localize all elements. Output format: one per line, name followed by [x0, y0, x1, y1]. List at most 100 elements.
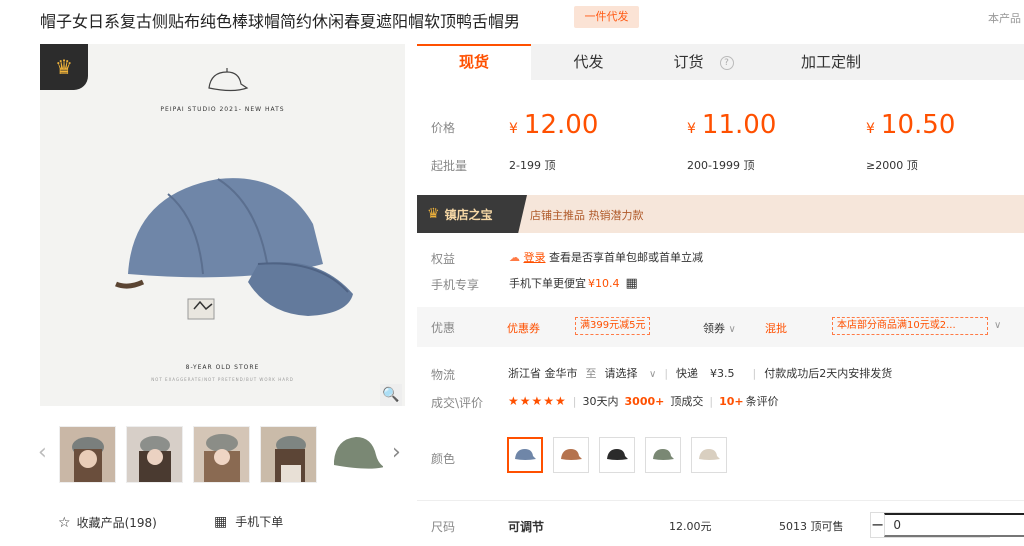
size-label: 尺码	[431, 520, 456, 534]
tab-dropship[interactable]: 代发	[531, 44, 646, 80]
banner-badge: ♛ 镇店之宝	[417, 195, 527, 233]
price-tier-3: ¥10.50	[866, 110, 955, 140]
divider: |	[572, 394, 577, 408]
mobile-text: 手机下单更便宜	[509, 277, 586, 290]
size-value: 可调节	[508, 520, 545, 534]
reviews-row: ★★★★★ | 30天内 3000+ 顶成交 | 10+ 条评价	[508, 393, 779, 409]
currency-symbol: ¥	[687, 121, 696, 137]
moq-label: 起批量	[431, 159, 468, 173]
favorite-label: 收藏产品(198)	[76, 516, 157, 530]
thumbnail-3[interactable]	[193, 426, 250, 483]
color-swatch-green[interactable]	[645, 437, 681, 473]
main-product-image[interactable]: PEIPAI STUDIO 2021- NEW HATS 8-YEAR OLD …	[40, 44, 405, 406]
dropship-tag: 一件代发	[574, 6, 639, 28]
decrement-button[interactable]: −	[871, 513, 884, 537]
sold-suffix: 顶成交	[670, 395, 704, 408]
rights-text: 查看是否享首单包邮或首单立减	[549, 251, 703, 264]
qr-code-icon: ▦	[625, 275, 638, 291]
claim-label: 领券	[703, 322, 725, 335]
coupon-title: 优惠券	[507, 322, 540, 335]
quantity-stepper: − +	[870, 512, 1024, 538]
thumb-prev-arrow[interactable]: ‹	[38, 440, 47, 465]
banner-text: 店铺主推品 热销潜力款	[530, 209, 644, 222]
review-count[interactable]: 10+	[719, 395, 744, 408]
image-caption-top: PEIPAI STUDIO 2021- NEW HATS	[160, 106, 285, 113]
price-value: 10.50	[880, 110, 956, 140]
price-value: 12.00	[523, 110, 599, 140]
rights-row: ☁ 登录 查看是否享首单包邮或首单立减	[509, 249, 703, 265]
sold-prefix: 30天内	[582, 395, 619, 408]
color-label: 颜色	[431, 452, 456, 466]
color-swatch-blue[interactable]	[507, 437, 543, 473]
tab-spot[interactable]: 现货	[417, 44, 531, 80]
thumbnail-5[interactable]	[327, 426, 384, 483]
review-suffix: 条评价	[745, 395, 779, 408]
help-icon[interactable]: ?	[719, 55, 734, 70]
to-label: 至	[585, 367, 597, 380]
logistics-label: 物流	[431, 368, 456, 382]
chevron-down-icon: ∨	[728, 324, 736, 335]
price-label: 价格	[431, 121, 456, 135]
currency-symbol: ¥	[509, 121, 518, 137]
image-caption-sub: NOT EXAGGERATE/NOT PRETEND/BUT WORK HARD	[151, 377, 294, 382]
shipping-note: 付款成功后2天内安排发货	[764, 367, 893, 380]
blue-cap-image	[115, 178, 353, 320]
mobile-exclusive-row[interactable]: 手机下单更便宜 ¥10.4 ▦	[509, 275, 638, 291]
purchase-tabs: 现货 代发 订货? 加工定制	[417, 44, 1024, 80]
origin: 浙江省 金华市	[508, 367, 578, 380]
moq-tier-2: 200-1999 顶	[687, 159, 755, 172]
chevron-down-icon[interactable]: ∨	[994, 320, 1001, 331]
price-value: 11.00	[701, 110, 777, 140]
mobile-order-button[interactable]: ▦ 手机下单	[214, 513, 283, 530]
cap-icon	[561, 449, 582, 460]
right-note: 本产品	[988, 12, 1021, 25]
divider: |	[752, 366, 757, 380]
crown-badge: ♛	[40, 44, 88, 90]
reviews-label: 成交\评价	[431, 396, 484, 410]
claim-coupon-button[interactable]: 领券 ∨	[703, 320, 736, 336]
express-label: 快递	[676, 367, 699, 380]
coupon-value[interactable]: 满399元减5元	[575, 317, 651, 335]
destination-value: 请选择	[604, 367, 638, 380]
color-swatch-beige[interactable]	[691, 437, 727, 473]
quantity-input[interactable]	[884, 513, 1024, 537]
promo-label: 优惠	[431, 321, 456, 335]
tab-order-label: 订货	[673, 53, 704, 71]
hat-outline-logo	[208, 68, 249, 92]
crown-icon: ♛	[55, 55, 73, 79]
cap-icon	[515, 449, 536, 460]
qr-code-icon: ▦	[214, 513, 228, 530]
zoom-icon[interactable]: 🔍	[380, 384, 402, 406]
cloud-icon: ☁	[509, 251, 520, 264]
destination-select[interactable]: 请选择 ∨	[605, 365, 657, 381]
shipping-fee: ¥3.5	[710, 366, 735, 380]
thumbnail-2[interactable]	[126, 426, 183, 483]
mobile-exclusive-label: 手机专享	[431, 278, 480, 292]
color-swatch-black[interactable]	[599, 437, 635, 473]
mobile-order-label: 手机下单	[235, 515, 284, 529]
cap-icon	[699, 449, 720, 460]
size-stock: 5013 顶可售	[779, 520, 844, 533]
sold-count: 3000+	[624, 394, 665, 408]
moq-tier-3: ≥2000 顶	[866, 159, 918, 172]
thumbnail-1[interactable]	[59, 426, 116, 483]
logistics-row: 浙江省 金华市 至 请选择 ∨ | 快递 ¥3.5 | 付款成功后2天内安排发货	[508, 365, 892, 381]
thumbnail-4[interactable]	[260, 426, 317, 483]
color-swatch-brown[interactable]	[553, 437, 589, 473]
tab-order[interactable]: 订货?	[646, 44, 761, 80]
mixed-batch-value[interactable]: 本店部分商品满10元或2...	[832, 317, 988, 335]
star-outline-icon: ☆	[58, 514, 71, 531]
favorite-button[interactable]: ☆ 收藏产品(198)	[58, 514, 157, 531]
login-link[interactable]: 登录	[524, 251, 546, 264]
price-tier-2: ¥11.00	[687, 110, 776, 140]
divider: |	[664, 366, 669, 380]
divider-line	[417, 500, 1024, 501]
crown-icon: ♛	[427, 206, 440, 222]
thumb-next-arrow[interactable]: ›	[392, 440, 401, 465]
tab-custom[interactable]: 加工定制	[771, 44, 891, 80]
image-caption-store: 8-YEAR OLD STORE	[185, 364, 260, 371]
chevron-down-icon: ∨	[649, 369, 657, 380]
price-tier-1: ¥12.00	[509, 110, 598, 140]
banner-title: 镇店之宝	[444, 207, 493, 222]
currency-symbol: ¥	[866, 121, 875, 137]
